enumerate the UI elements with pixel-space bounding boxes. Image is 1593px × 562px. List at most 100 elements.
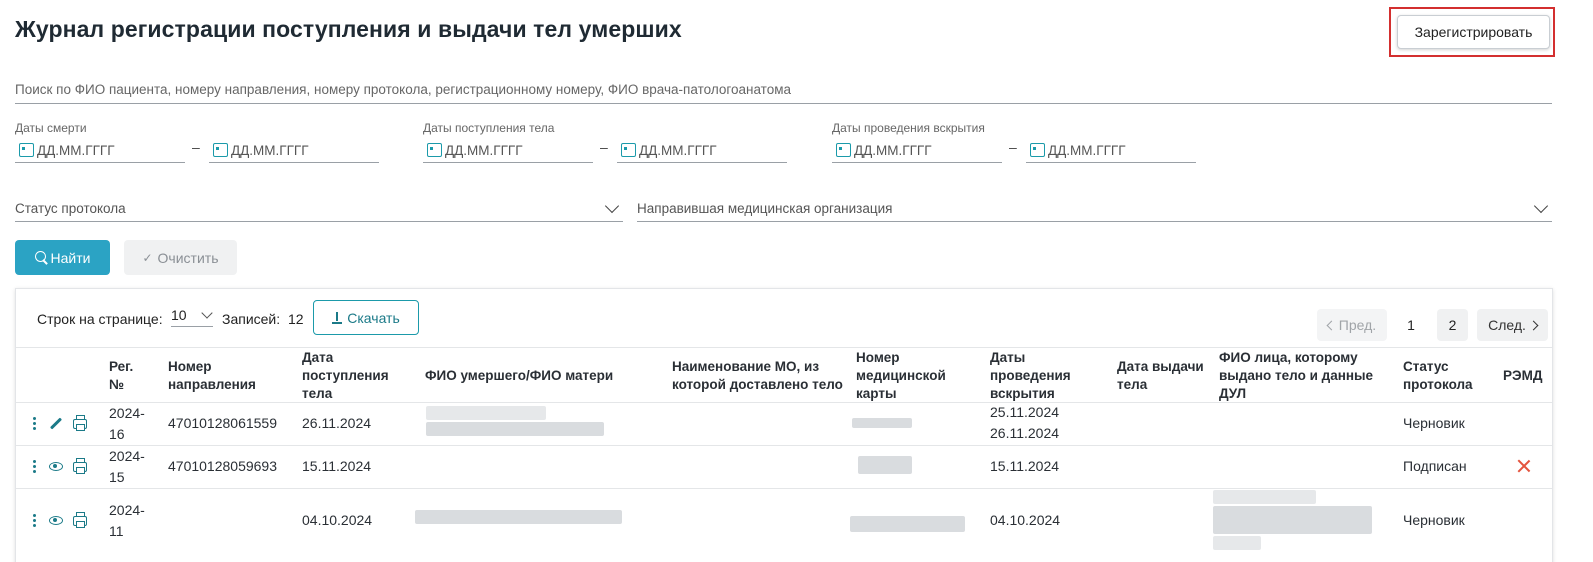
pagination-next-label: След.	[1488, 317, 1526, 333]
eye-icon[interactable]	[49, 516, 63, 525]
redacted-recipient	[1213, 536, 1261, 550]
more-actions-icon[interactable]	[33, 417, 36, 432]
protocol-status-label: Статус протокола	[15, 201, 126, 216]
rows-per-page-label: Строк на странице:	[37, 311, 163, 327]
admission-dates-label: Даты поступления тела	[423, 121, 555, 135]
pagination-page-1[interactable]: 1	[1396, 309, 1426, 341]
find-button-label: Найти	[50, 249, 91, 266]
cell-admission-date: 26.11.2024	[302, 415, 372, 431]
printer-icon[interactable]	[73, 458, 87, 474]
admission-date-to-field[interactable]: ДД.ММ.ГГГГ	[617, 138, 787, 163]
redacted-med-card-no	[850, 516, 965, 532]
table-row-divider	[16, 488, 1552, 489]
date-range-dash: –	[1009, 139, 1017, 155]
chevron-right-icon	[1528, 320, 1539, 330]
search-field[interactable]	[15, 80, 1552, 104]
pagination-prev-label: Пред.	[1338, 317, 1377, 333]
redacted-med-card-no	[858, 456, 912, 474]
cell-status: Черновик	[1403, 512, 1465, 528]
column-header-reg-no[interactable]: Рег. №	[109, 358, 149, 394]
table-header-top-border	[16, 347, 1552, 348]
printer-icon[interactable]	[73, 512, 87, 528]
clear-button[interactable]: ✓ Очистить	[124, 240, 237, 275]
redacted-recipient	[1213, 506, 1372, 534]
rows-per-page-value: 10	[171, 307, 187, 323]
date-range-dash: –	[192, 139, 200, 155]
column-header-autopsy-dates[interactable]: Даты проведения вскрытия	[990, 349, 1090, 403]
referring-org-label: Направившая медицинская организация	[637, 201, 893, 216]
rows-per-page-select[interactable]: 10	[171, 307, 213, 327]
date-placeholder: ДД.ММ.ГГГГ	[37, 142, 115, 158]
pagination-next[interactable]: След.	[1477, 309, 1548, 341]
column-header-recipient[interactable]: ФИО лица, которому выдано тело и данные …	[1219, 349, 1394, 403]
register-button[interactable]: Зарегистрировать	[1397, 15, 1550, 49]
redacted-deceased-name	[415, 510, 622, 524]
eye-icon[interactable]	[49, 462, 63, 471]
column-header-source-org[interactable]: Наименование МО, из которой доставлено т…	[672, 358, 847, 394]
cell-admission-date: 15.11.2024	[302, 458, 372, 474]
clear-button-label: Очистить	[157, 249, 219, 266]
referring-org-select[interactable]: Направившая медицинская организация	[637, 196, 1552, 222]
more-actions-icon[interactable]	[33, 514, 36, 529]
more-actions-icon[interactable]	[33, 460, 36, 475]
cell-referral-no: 47010128061559	[168, 415, 278, 431]
find-button[interactable]: Найти	[15, 240, 110, 275]
download-icon	[332, 311, 343, 324]
cell-status: Черновик	[1403, 415, 1465, 431]
death-date-from-field[interactable]: ДД.ММ.ГГГГ	[15, 138, 185, 163]
cell-reg-no: 2024-16	[109, 405, 145, 442]
cell-reg-no: 2024-15	[109, 448, 145, 485]
page-title: Журнал регистрации поступления и выдачи …	[15, 16, 682, 42]
chevron-left-icon	[1326, 320, 1337, 330]
date-placeholder: ДД.ММ.ГГГГ	[1048, 142, 1126, 158]
redacted-deceased-name	[426, 422, 604, 436]
column-header-admission-date[interactable]: Дата поступления тела	[302, 349, 402, 403]
chevron-down-icon[interactable]	[201, 307, 213, 319]
column-header-med-card-no[interactable]: Номер медицинской карты	[856, 349, 966, 403]
records-label: Записей:	[222, 311, 281, 327]
calendar-icon[interactable]	[836, 143, 851, 157]
column-header-status[interactable]: Статус протокола	[1403, 358, 1493, 394]
cell-autopsy-date: 15.11.2024	[990, 458, 1060, 474]
cell-status: Подписан	[1403, 458, 1467, 474]
date-placeholder: ДД.ММ.ГГГГ	[639, 142, 717, 158]
chevron-down-icon[interactable]	[1533, 198, 1549, 213]
download-button-label: Скачать	[347, 309, 400, 326]
cell-referral-no: 47010128059693	[168, 458, 278, 474]
search-input[interactable]	[15, 80, 1552, 97]
redacted-deceased-name	[426, 406, 546, 420]
date-placeholder: ДД.ММ.ГГГГ	[445, 142, 523, 158]
column-header-deceased-name[interactable]: ФИО умершего/ФИО матери	[425, 367, 655, 385]
calendar-icon[interactable]	[213, 143, 228, 157]
date-range-dash: –	[600, 139, 608, 155]
date-placeholder: ДД.ММ.ГГГГ	[231, 142, 309, 158]
x-icon	[1517, 459, 1531, 473]
calendar-icon[interactable]	[427, 143, 442, 157]
column-header-remd[interactable]: РЭМД	[1503, 367, 1553, 385]
redacted-recipient	[1213, 490, 1316, 504]
cell-autopsy-date: 04.10.2024	[990, 512, 1061, 528]
calendar-icon[interactable]	[621, 143, 636, 157]
cell-autopsy-date: 25.11.2024	[990, 404, 1060, 420]
date-placeholder: ДД.ММ.ГГГГ	[854, 142, 932, 158]
autopsy-date-from-field[interactable]: ДД.ММ.ГГГГ	[832, 138, 1002, 163]
download-button[interactable]: Скачать	[313, 300, 419, 335]
printer-icon[interactable]	[73, 415, 87, 431]
calendar-icon[interactable]	[1030, 143, 1045, 157]
protocol-status-select[interactable]: Статус протокола	[15, 196, 623, 222]
death-dates-label: Даты смерти	[15, 121, 87, 135]
cell-autopsy-date: 26.11.2024	[990, 425, 1060, 441]
chevron-down-icon[interactable]	[604, 198, 620, 213]
column-header-referral-no[interactable]: Номер направления	[168, 358, 278, 394]
calendar-icon[interactable]	[19, 143, 34, 157]
cell-reg-no: 2024-11	[109, 502, 145, 539]
pagination-prev[interactable]: Пред.	[1317, 309, 1387, 341]
pagination-page-2[interactable]: 2	[1437, 309, 1468, 341]
table-row-divider	[16, 445, 1552, 446]
records-count: 12	[288, 311, 304, 327]
column-header-release-date[interactable]: Дата выдачи тела	[1117, 358, 1212, 394]
autopsy-date-to-field[interactable]: ДД.ММ.ГГГГ	[1026, 138, 1196, 163]
admission-date-from-field[interactable]: ДД.ММ.ГГГГ	[423, 138, 593, 163]
redacted-med-card-no	[852, 418, 912, 428]
death-date-to-field[interactable]: ДД.ММ.ГГГГ	[209, 138, 379, 163]
